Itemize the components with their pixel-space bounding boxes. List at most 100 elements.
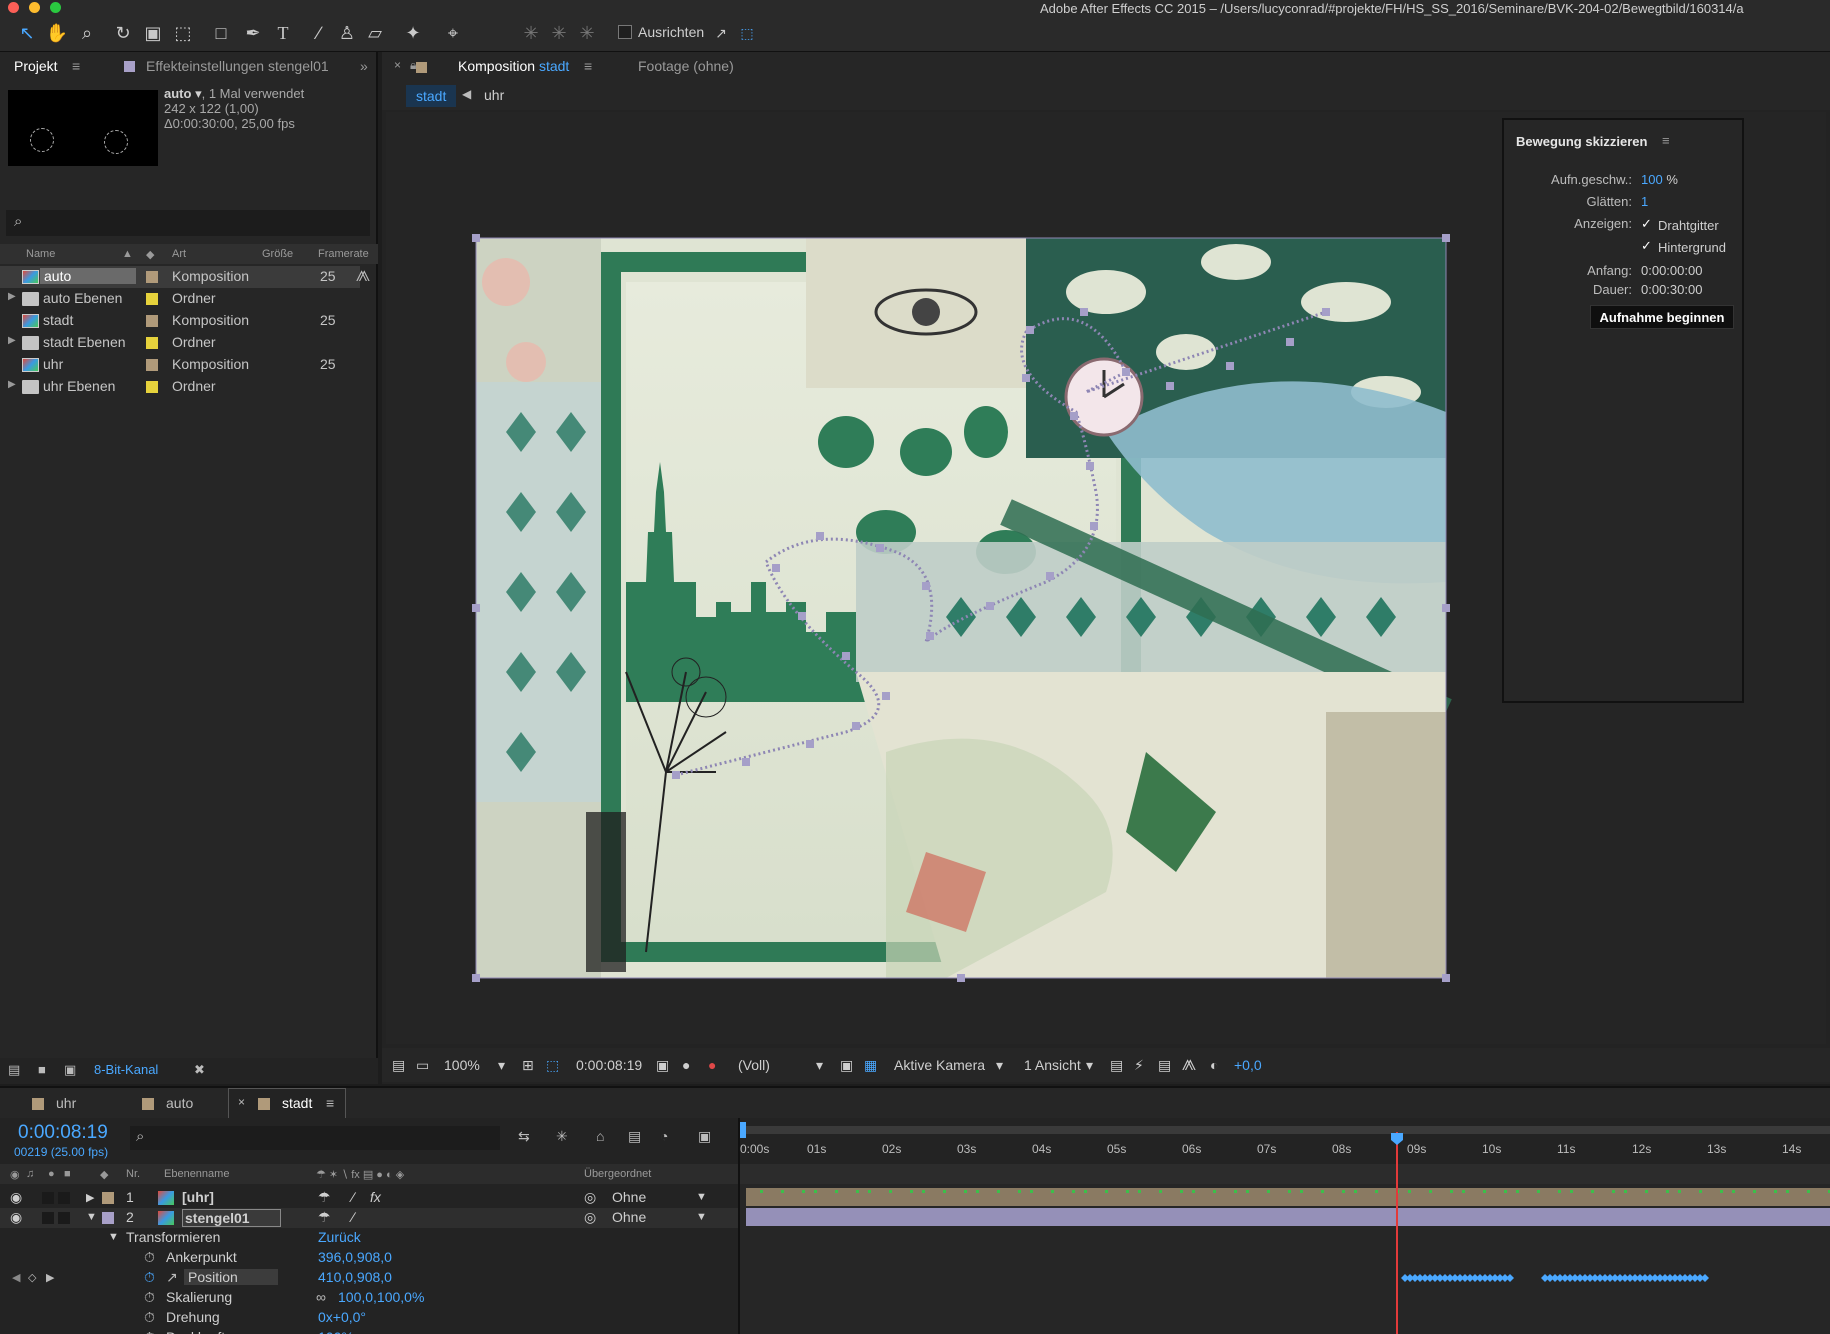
tab-effect-controls[interactable]: Effekteinstellungen stengel01 [146, 58, 329, 74]
next-keyframe-icon[interactable]: ▶ [46, 1271, 54, 1284]
local-axis-icon[interactable]: ✳ [518, 20, 544, 46]
title-safe-icon[interactable]: ⊞ [522, 1057, 534, 1074]
expand-triangle-icon[interactable]: ▶ [86, 1191, 94, 1204]
playhead[interactable] [1396, 1132, 1398, 1334]
view-axis-icon[interactable]: ✳ [574, 20, 600, 46]
project-item[interactable]: ▶ auto Ebenen Ordner [0, 288, 360, 310]
pickwhip-icon[interactable]: ◎ [584, 1189, 596, 1206]
exposure-value[interactable]: +0,0 [1234, 1057, 1262, 1073]
brush-tool-icon[interactable]: ∕ [306, 20, 332, 46]
zoom-chevron-icon[interactable]: ▾ [498, 1057, 505, 1074]
comp-timecode[interactable]: 0:00:08:19 [576, 1057, 642, 1073]
property-row[interactable]: ◀ ◇ ▶ ↗ ⏱︎ Position 410,0,908,0 [0, 1268, 738, 1288]
constrain-proportions-icon[interactable]: ∞ [316, 1289, 326, 1305]
label-swatch[interactable] [146, 293, 158, 305]
close-window-button[interactable] [8, 2, 19, 13]
timeline-layer-row[interactable]: ◉ ▼ 2 stengel01 ☂ ∕ ◎ Ohne ▼ [0, 1208, 738, 1228]
property-row[interactable]: ⏱︎ Deckkraft 100% [0, 1328, 738, 1334]
clone-stamp-tool-icon[interactable]: ♙ [334, 20, 360, 46]
col-name[interactable]: Name [26, 248, 55, 260]
lock-toggle[interactable] [58, 1192, 70, 1204]
layer-label-swatch[interactable] [102, 1192, 114, 1204]
property-value[interactable]: 0x+0,0° [318, 1309, 366, 1325]
col-size[interactable]: Größe [262, 248, 293, 260]
property-row[interactable]: ⏱︎ Ankerpunkt 396,0,908,0 [0, 1248, 738, 1268]
expand-triangle-icon[interactable]: ▶ [8, 291, 16, 302]
project-item[interactable]: auto Komposition 25 [0, 266, 360, 288]
draft-3d-icon[interactable]: ✳ [556, 1128, 568, 1145]
property-row[interactable]: ⏱︎ Skalierung ∞ 100,0,100,0% [0, 1288, 738, 1308]
stopwatch-icon[interactable]: ⏱︎ [144, 1309, 155, 1326]
eye-icon[interactable]: ◉ [10, 1189, 22, 1206]
property-row[interactable]: ⏱︎ Drehung 0x+0,0° [0, 1308, 738, 1328]
solo-toggle[interactable] [42, 1192, 54, 1204]
layer-name[interactable]: stengel01 [182, 1209, 281, 1227]
tab-stadt[interactable]: stadt [282, 1095, 312, 1111]
zoom-dropdown[interactable]: 100% [444, 1057, 480, 1073]
frame-blending-icon[interactable]: ▤ [628, 1128, 641, 1145]
stopwatch-icon[interactable]: ⏱︎ [144, 1249, 155, 1266]
eraser-tool-icon[interactable]: ▱ [362, 20, 388, 46]
timeline-graph-area[interactable]: 0:00s 01s 02s 03s 04s 05s 06s 07s 08s 09s 10s 11s 12… [738, 1118, 1830, 1334]
position-keyframes[interactable] [740, 1268, 1830, 1288]
fast-previews-icon[interactable]: ▣ [840, 1057, 853, 1074]
resolution-chevron-icon[interactable]: ▾ [816, 1057, 823, 1074]
panel-overflow-icon[interactable]: » [360, 58, 368, 74]
timeline-layer-row[interactable]: ◉ ▶ 1 [uhr] ☂ ∕ fx ◎ Ohne ▼ [0, 1188, 738, 1208]
ausrichten-checkbox[interactable] [618, 25, 632, 39]
channel-icon[interactable]: ● [708, 1057, 716, 1073]
col-layername[interactable]: Ebenenname [164, 1168, 229, 1180]
exposure-icon[interactable]: ◐ [1210, 1057, 1218, 1073]
parent-chevron-icon[interactable]: ▼ [696, 1191, 707, 1203]
label-swatch[interactable] [146, 359, 158, 371]
expand-triangle-icon[interactable]: ▶ [8, 335, 16, 346]
roto-brush-tool-icon[interactable]: ✦ [400, 20, 426, 46]
breadcrumb-uhr[interactable]: uhr [484, 87, 504, 103]
speed-value[interactable]: 100 [1641, 172, 1663, 187]
minimize-window-button[interactable] [29, 2, 40, 13]
graph-icon[interactable]: ↗ [166, 1269, 178, 1286]
snapshot-icon[interactable]: ▣ [656, 1057, 669, 1074]
shy-switch-icon[interactable]: ☂ [318, 1209, 331, 1226]
world-axis-icon[interactable]: ✳ [546, 20, 572, 46]
shy-layers-icon[interactable]: ⌂ [596, 1128, 604, 1144]
label-swatch[interactable] [146, 271, 158, 283]
rotation-tool-icon[interactable]: ↻ [110, 20, 136, 46]
keyframe-diamond[interactable] [1506, 1274, 1514, 1282]
motion-blur-icon[interactable]: ◔ [660, 1128, 668, 1144]
timeline-menu-icon[interactable]: ≡ [326, 1095, 334, 1111]
property-value[interactable]: 100% [318, 1329, 354, 1334]
timeline-timecode[interactable]: 0:00:08:19 [18, 1122, 108, 1144]
col-framerate[interactable]: Framerate [318, 248, 369, 260]
transform-group-row[interactable]: ▼ Transformieren Zurück [0, 1228, 738, 1248]
playhead-handle[interactable] [1390, 1132, 1404, 1146]
pen-tool-icon[interactable]: ✒ [240, 20, 266, 46]
zoom-window-button[interactable] [50, 2, 61, 13]
label-swatch[interactable] [146, 315, 158, 327]
record-button[interactable]: Aufnahme beginnen [1590, 305, 1734, 329]
project-search-input[interactable]: ⌕ [6, 210, 370, 236]
views-dropdown[interactable]: 1 Ansicht [1024, 1057, 1081, 1073]
views-chevron-icon[interactable]: ▾ [1086, 1057, 1093, 1074]
property-value[interactable]: 396,0,908,0 [318, 1249, 392, 1265]
project-menu-icon[interactable]: ≡ [72, 58, 80, 74]
keyframe-diamond[interactable] [1701, 1274, 1709, 1282]
close-tab-icon[interactable]: × [394, 58, 401, 72]
add-keyframe-icon[interactable]: ◇ [28, 1271, 36, 1284]
stopwatch-icon[interactable]: ⏱︎ [144, 1289, 155, 1306]
flowchart-icon[interactable]: ⨇ [1182, 1057, 1196, 1074]
layer-label-swatch[interactable] [102, 1212, 114, 1224]
snap-options-icon[interactable]: ↗ [708, 20, 734, 46]
layer-name[interactable]: [uhr] [182, 1189, 214, 1205]
time-ruler[interactable]: 0:00s 01s 02s 03s 04s 05s 06s 07s 08s 09s 10s 11s 12… [740, 1118, 1830, 1164]
toggle-pixel-icon[interactable]: ▤ [1110, 1057, 1123, 1074]
monitor-icon[interactable]: ▭ [416, 1057, 429, 1074]
tab-uhr[interactable]: uhr [56, 1095, 76, 1111]
zoom-tool-icon[interactable]: ⌕ [74, 20, 100, 46]
snap-grid-icon[interactable]: ⬚ [734, 20, 760, 46]
property-value[interactable]: 410,0,908,0 [318, 1269, 392, 1285]
property-value[interactable]: 100,0,100,0% [338, 1289, 424, 1305]
stopwatch-icon[interactable]: ⏱︎ [144, 1269, 155, 1286]
selection-tool-icon[interactable]: ↖ [14, 20, 40, 46]
camera-chevron-icon[interactable]: ▾ [996, 1057, 1003, 1074]
